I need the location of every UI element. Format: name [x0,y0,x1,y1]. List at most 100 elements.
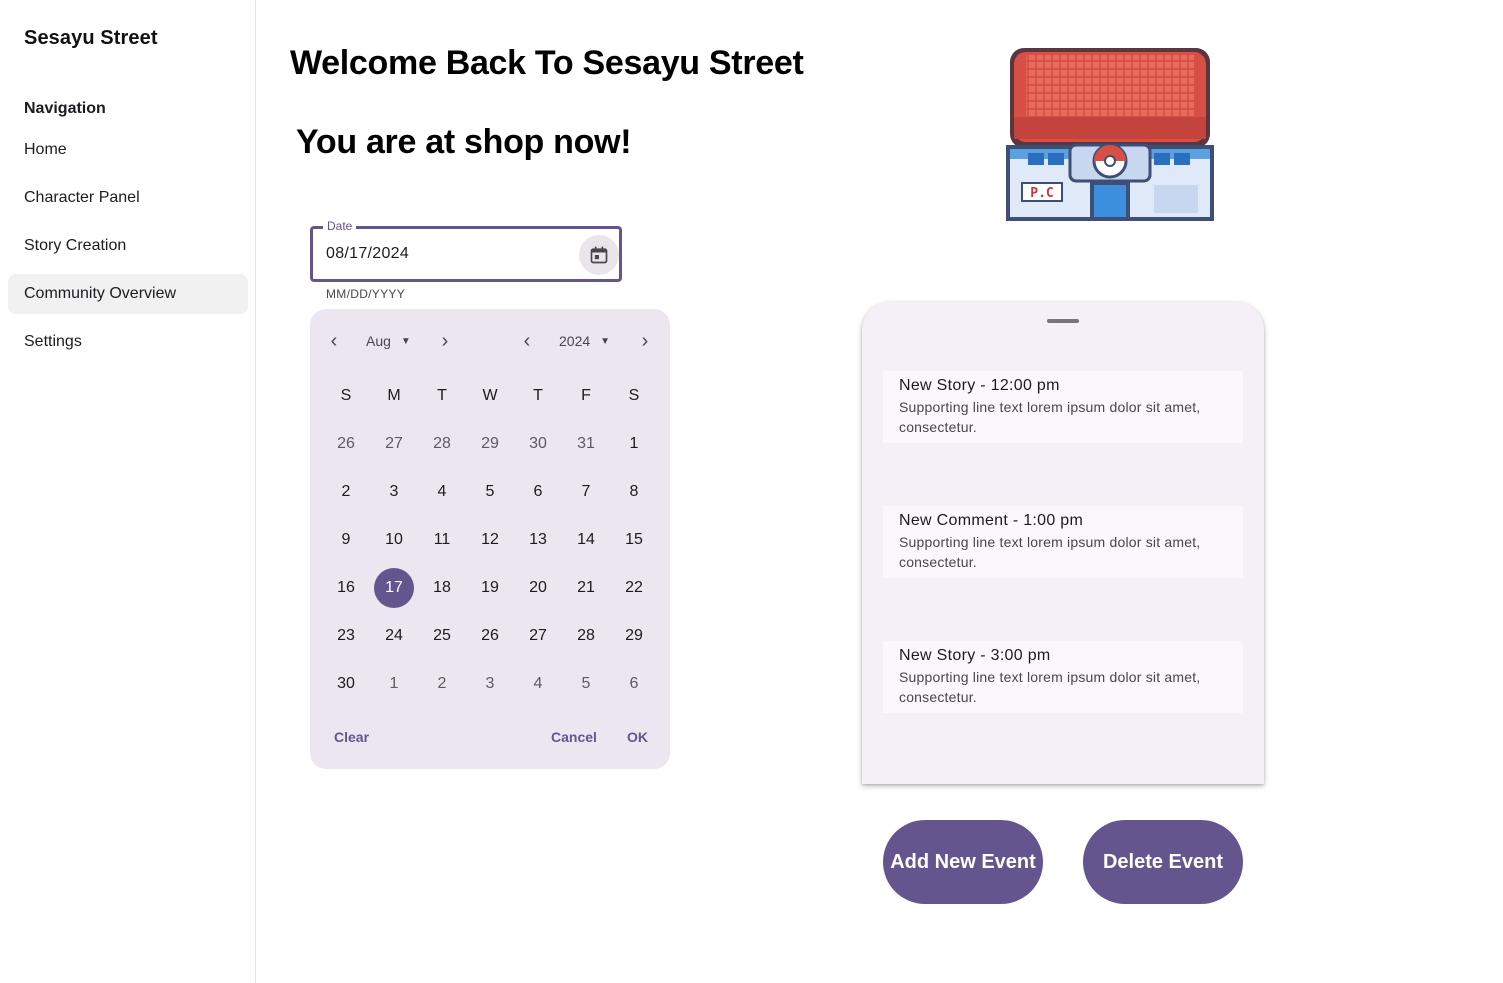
weekday-label: M [387,387,401,404]
year-label: 2024 [559,333,591,349]
app-title: Sesayu Street [24,27,158,49]
sidebar-item-label: Home [24,141,67,158]
calendar-day[interactable]: 2 [422,664,462,704]
events-sheet: New Story - 12:00 pm Supporting line tex… [862,302,1264,784]
calendar-day[interactable]: 22 [614,568,654,608]
calendar-day[interactable]: 6 [518,472,558,512]
weekday-label: S [628,387,640,404]
list-item[interactable]: New Story - 12:00 pm Supporting line tex… [883,371,1243,443]
calendar-day[interactable]: 7 [566,472,606,512]
calendar-day[interactable]: 9 [326,520,366,560]
location-heading: You are at shop now! [296,123,632,161]
date-field[interactable]: Date 08/17/2024 [310,219,622,282]
calendar-day[interactable]: 27 [518,616,558,656]
svg-text:P.C: P.C [1030,186,1053,201]
weekday-label: W [482,387,498,404]
month-select[interactable]: Aug ▼ [366,325,411,357]
nav-heading: Navigation [24,100,106,117]
calendar-day[interactable]: 12 [470,520,510,560]
welcome-heading: Welcome Back To Sesayu Street [290,44,804,82]
calendar-button[interactable] [579,235,619,275]
calendar-day[interactable]: 14 [566,520,606,560]
nav-list: Home Character Panel Story Creation Comm… [8,130,248,370]
calendar-day[interactable]: 30 [518,424,558,464]
selected-day[interactable]: 17 [374,568,414,608]
calendar-day[interactable]: 25 [422,616,462,656]
date-picker: ‹ Aug ▼ › ‹ 2024 ▼ › S M T W T F S 26 27 28 29 30 31… [310,309,670,769]
calendar-day[interactable]: 2 [326,472,366,512]
calendar-day[interactable]: 26 [470,616,510,656]
weekday-label: F [581,387,591,404]
calendar-day[interactable]: 5 [566,664,606,704]
event-text: Supporting line text lorem ipsum dolor s… [899,669,1201,705]
sidebar-item-community-overview[interactable]: Community Overview [8,274,248,314]
month-label: Aug [366,333,391,349]
list-item[interactable]: New Story - 3:00 pm Supporting line text… [883,641,1243,713]
calendar-day[interactable]: 16 [326,568,366,608]
calendar-day[interactable]: 27 [374,424,414,464]
sidebar: Sesayu Street Navigation Home Character … [0,0,256,983]
caret-down-icon: ▼ [600,335,611,347]
prev-month-icon[interactable]: ‹ [322,325,346,357]
cancel-button[interactable]: Cancel [551,729,597,745]
sidebar-item-settings[interactable]: Settings [8,322,248,362]
next-month-icon[interactable]: › [433,325,457,357]
calendar-day[interactable]: 4 [518,664,558,704]
calendar-day[interactable]: 20 [518,568,558,608]
calendar-day[interactable]: 3 [470,664,510,704]
calendar-day[interactable]: 28 [566,616,606,656]
drag-handle[interactable] [1047,319,1079,323]
calendar-day[interactable]: 26 [326,424,366,464]
calendar-day[interactable]: 28 [422,424,462,464]
event-text: Supporting line text lorem ipsum dolor s… [899,534,1201,570]
calendar-day[interactable]: 5 [470,472,510,512]
calendar-day[interactable]: 21 [566,568,606,608]
calendar-day[interactable]: 15 [614,520,654,560]
sidebar-item-label: Community Overview [24,285,177,302]
sidebar-item-label: Settings [24,333,82,350]
calendar-day[interactable]: 10 [374,520,414,560]
sidebar-item-character-panel[interactable]: Character Panel [8,178,248,218]
calendar-day[interactable]: 19 [470,568,510,608]
date-label: Date [323,219,357,233]
calendar-day[interactable]: 13 [518,520,558,560]
ok-button[interactable]: OK [627,729,648,745]
calendar-day[interactable]: 11 [422,520,462,560]
date-input[interactable]: 08/17/2024 [326,245,409,263]
sidebar-item-home[interactable]: Home [8,130,248,170]
calendar-day[interactable]: 23 [326,616,366,656]
calendar-header: ‹ Aug ▼ › ‹ 2024 ▼ › [310,325,670,357]
calendar-day[interactable]: 18 [422,568,462,608]
calendar-day[interactable]: 1 [374,664,414,704]
event-title: New Story - 12:00 pm [899,377,1060,394]
event-title: New Comment - 1:00 pm [899,512,1084,529]
add-event-button[interactable]: Add New Event [883,820,1043,904]
sidebar-item-label: Story Creation [24,237,127,254]
year-select[interactable]: 2024 ▼ [559,325,610,357]
weekday-label: S [340,387,352,404]
weekday-label: T [437,387,447,404]
sidebar-item-label: Character Panel [24,189,140,206]
clear-button[interactable]: Clear [334,729,369,745]
pokemon-center-icon: P.C [1006,48,1214,221]
calendar-day[interactable]: 4 [422,472,462,512]
list-item[interactable]: New Comment - 1:00 pm Supporting line te… [883,506,1243,578]
calendar-day[interactable]: 29 [614,616,654,656]
delete-event-button[interactable]: Delete Event [1083,820,1243,904]
next-year-icon[interactable]: › [633,325,657,357]
date-hint: MM/DD/YYYY [326,287,406,301]
calendar-day[interactable]: 1 [614,424,654,464]
weekday-label: T [533,387,543,404]
calendar-day[interactable]: 30 [326,664,366,704]
sidebar-item-story-creation[interactable]: Story Creation [8,226,248,266]
prev-year-icon[interactable]: ‹ [515,325,539,357]
calendar-icon [590,246,608,264]
calendar-day[interactable]: 24 [374,616,414,656]
calendar-day[interactable]: 6 [614,664,654,704]
calendar-day[interactable]: 31 [566,424,606,464]
event-text: Supporting line text lorem ipsum dolor s… [899,399,1201,435]
calendar-day[interactable]: 3 [374,472,414,512]
calendar-day[interactable]: 29 [470,424,510,464]
calendar-day[interactable]: 8 [614,472,654,512]
event-title: New Story - 3:00 pm [899,647,1051,664]
